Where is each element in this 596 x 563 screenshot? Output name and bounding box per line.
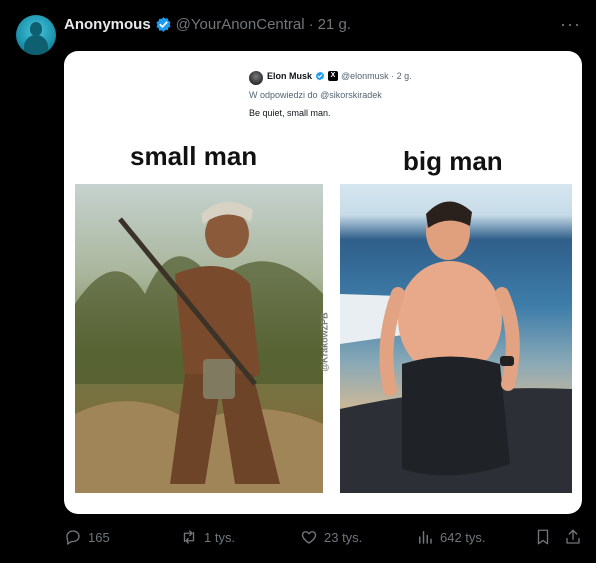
verified-badge-icon <box>156 17 171 32</box>
tweet-timestamp[interactable]: 21 g. <box>318 16 351 33</box>
tweet-header: Anonymous @YourAnonCentral · 21 g. <box>64 16 351 33</box>
reply-icon <box>66 530 80 545</box>
heart-icon <box>301 531 317 544</box>
views-button[interactable]: 642 tys. <box>416 528 486 546</box>
avatar-body-shape <box>24 35 48 55</box>
embedded-author-name: Elon Musk <box>267 71 313 81</box>
embedded-tweet-header: Elon Musk X @elonmusk · 2 g. <box>267 71 412 81</box>
like-button[interactable]: 23 tys. <box>300 528 362 546</box>
reply-button[interactable]: 165 <box>64 528 110 546</box>
left-photo-figure <box>75 201 323 493</box>
share-button[interactable] <box>564 528 582 546</box>
author-avatar[interactable] <box>16 15 56 55</box>
like-count: 23 tys. <box>324 529 363 545</box>
header-separator: · <box>308 16 314 33</box>
left-photo <box>75 184 323 493</box>
x-affiliation-icon: X <box>328 71 339 81</box>
reply-prefix: W odpowiedzi do <box>249 90 318 100</box>
reply-handle: @sikorskiradek <box>320 90 382 100</box>
reply-count: 165 <box>88 529 110 545</box>
embedded-verified-icon <box>315 71 325 81</box>
avatar-head-shape <box>30 22 42 36</box>
repost-count: 1 tys. <box>204 529 236 545</box>
embedded-tweet-text: Be quiet, small man. <box>249 108 331 118</box>
more-options-icon[interactable]: ··· <box>560 14 580 34</box>
repost-icon <box>183 530 195 544</box>
right-photo-figure <box>340 201 572 493</box>
watermark-text: @KrakowZPB <box>319 312 330 372</box>
share-icon <box>566 529 580 544</box>
bookmark-icon <box>537 529 549 545</box>
author-name[interactable]: Anonymous <box>64 16 151 33</box>
embedded-reply-context: W odpowiedzi do @sikorskiradek <box>249 90 382 100</box>
bookmark-button[interactable] <box>534 528 552 546</box>
repost-button[interactable]: 1 tys. <box>180 528 235 546</box>
views-chart-icon <box>419 531 432 544</box>
meme-image-card[interactable]: Elon Musk X @elonmusk · 2 g. W odpowiedz… <box>64 51 582 514</box>
view-count: 642 tys. <box>440 529 486 545</box>
watermark: @KrakowZPB <box>319 303 339 383</box>
right-caption: big man <box>403 146 503 176</box>
left-caption: small man <box>130 141 258 171</box>
tweet-actions-bar: 165 1 tys. 23 tys. 642 tys. <box>64 526 582 550</box>
embedded-author-avatar <box>249 71 263 85</box>
author-handle[interactable]: @YourAnonCentral <box>176 16 305 33</box>
embedded-meta: @elonmusk · 2 g. <box>341 71 412 81</box>
right-photo <box>340 184 572 493</box>
